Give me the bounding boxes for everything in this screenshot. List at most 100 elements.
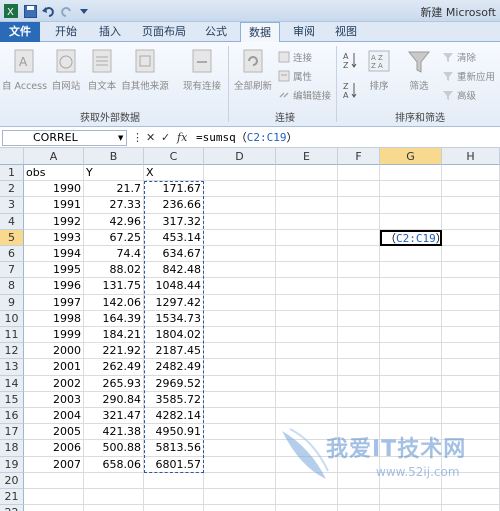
data-cell[interactable]: 1992 bbox=[24, 213, 84, 230]
cell[interactable] bbox=[338, 278, 380, 295]
cell[interactable] bbox=[84, 472, 144, 489]
cell[interactable] bbox=[442, 391, 500, 408]
cell[interactable] bbox=[204, 391, 276, 408]
cell[interactable] bbox=[442, 343, 500, 360]
row-header[interactable]: 1 bbox=[0, 165, 24, 182]
column-header-a[interactable]: A bbox=[24, 148, 84, 165]
row-header[interactable]: 12 bbox=[0, 343, 24, 360]
header-cell[interactable]: Y bbox=[84, 165, 144, 182]
cell[interactable] bbox=[276, 262, 338, 279]
cell[interactable] bbox=[204, 327, 276, 344]
column-header-h[interactable]: H bbox=[442, 148, 500, 165]
cell[interactable] bbox=[442, 278, 500, 295]
cell[interactable] bbox=[380, 246, 442, 263]
cell[interactable] bbox=[276, 375, 338, 392]
cell[interactable] bbox=[276, 229, 338, 246]
data-cell[interactable]: 1997 bbox=[24, 294, 84, 311]
data-cell[interactable]: 1991 bbox=[24, 197, 84, 214]
cell[interactable] bbox=[276, 278, 338, 295]
cell[interactable] bbox=[204, 489, 276, 506]
data-cell[interactable]: 658.06 bbox=[84, 456, 144, 473]
cell[interactable] bbox=[442, 408, 500, 425]
data-cell[interactable]: 1993 bbox=[24, 229, 84, 246]
data-cell[interactable]: 1998 bbox=[24, 310, 84, 327]
data-cell[interactable]: 67.25 bbox=[84, 229, 144, 246]
advanced-filter-button[interactable]: 高级 bbox=[442, 88, 476, 102]
data-cell[interactable]: 500.88 bbox=[84, 440, 144, 457]
cell[interactable] bbox=[338, 343, 380, 360]
cell[interactable] bbox=[276, 505, 338, 511]
cell[interactable] bbox=[276, 181, 338, 198]
cell[interactable] bbox=[338, 408, 380, 425]
header-cell[interactable]: obs bbox=[24, 165, 84, 182]
cell[interactable] bbox=[338, 489, 380, 506]
cell[interactable] bbox=[276, 408, 338, 425]
cell[interactable] bbox=[380, 310, 442, 327]
refresh-all-button[interactable]: 全部刷新 bbox=[232, 48, 274, 92]
cell[interactable] bbox=[204, 181, 276, 198]
cell[interactable] bbox=[338, 359, 380, 376]
row-header[interactable]: 10 bbox=[0, 310, 24, 327]
cell[interactable] bbox=[442, 246, 500, 263]
row-header[interactable]: 8 bbox=[0, 278, 24, 295]
properties-button[interactable]: 属性 bbox=[278, 69, 312, 83]
cell[interactable] bbox=[338, 213, 380, 230]
tab-home[interactable]: 开始 bbox=[46, 22, 86, 42]
column-header-e[interactable]: E bbox=[276, 148, 338, 165]
cell[interactable] bbox=[276, 294, 338, 311]
cell[interactable] bbox=[276, 310, 338, 327]
edit-links-button[interactable]: 编辑链接 bbox=[278, 88, 331, 102]
cell[interactable] bbox=[380, 343, 442, 360]
cell[interactable] bbox=[204, 375, 276, 392]
row-header[interactable]: 3 bbox=[0, 197, 24, 214]
data-cell[interactable]: 21.7 bbox=[84, 181, 144, 198]
existing-connections-button[interactable]: 现有连接 bbox=[178, 48, 226, 92]
data-cell[interactable]: 1999 bbox=[24, 327, 84, 344]
cell[interactable] bbox=[442, 213, 500, 230]
cell[interactable] bbox=[276, 213, 338, 230]
row-header[interactable]: 5 bbox=[0, 229, 24, 246]
cell[interactable] bbox=[380, 181, 442, 198]
row-header[interactable]: 9 bbox=[0, 294, 24, 311]
cell[interactable] bbox=[338, 294, 380, 311]
data-cell[interactable]: 1994 bbox=[24, 246, 84, 263]
cell[interactable] bbox=[276, 246, 338, 263]
tab-data[interactable]: 数据 bbox=[240, 22, 280, 43]
row-header[interactable]: 20 bbox=[0, 472, 24, 489]
row-header[interactable]: 14 bbox=[0, 375, 24, 392]
cell[interactable] bbox=[442, 197, 500, 214]
cell[interactable] bbox=[380, 294, 442, 311]
cell[interactable] bbox=[338, 229, 380, 246]
formula-input[interactable]: =sumsq（C2:C19） bbox=[196, 130, 496, 146]
cell[interactable] bbox=[204, 440, 276, 457]
data-cell[interactable]: 1996 bbox=[24, 278, 84, 295]
column-header-d[interactable]: D bbox=[204, 148, 276, 165]
sort-descending-button[interactable]: ZA bbox=[340, 80, 360, 102]
cell[interactable] bbox=[380, 505, 442, 511]
cell[interactable] bbox=[24, 489, 84, 506]
tab-insert[interactable]: 插入 bbox=[90, 22, 130, 42]
row-header[interactable]: 2 bbox=[0, 181, 24, 198]
cell[interactable] bbox=[338, 197, 380, 214]
cell[interactable] bbox=[338, 181, 380, 198]
data-cell[interactable]: 131.75 bbox=[84, 278, 144, 295]
cell[interactable] bbox=[204, 213, 276, 230]
cell[interactable] bbox=[144, 505, 204, 511]
cell[interactable] bbox=[204, 246, 276, 263]
cell[interactable] bbox=[380, 408, 442, 425]
filter-button[interactable]: 筛选 bbox=[404, 48, 434, 92]
tab-review[interactable]: 审阅 bbox=[284, 22, 324, 42]
active-cell[interactable]: （C2:C19） bbox=[380, 229, 447, 246]
from-web-button[interactable]: 自网站 bbox=[48, 48, 84, 92]
data-cell[interactable]: 321.47 bbox=[84, 408, 144, 425]
data-cell[interactable]: 1995 bbox=[24, 262, 84, 279]
cell[interactable] bbox=[380, 197, 442, 214]
cell[interactable] bbox=[276, 327, 338, 344]
cell[interactable] bbox=[204, 505, 276, 511]
cell[interactable] bbox=[204, 278, 276, 295]
row-header[interactable]: 11 bbox=[0, 327, 24, 344]
cell[interactable] bbox=[338, 310, 380, 327]
cell[interactable] bbox=[380, 278, 442, 295]
cell[interactable] bbox=[204, 294, 276, 311]
cell[interactable] bbox=[338, 262, 380, 279]
